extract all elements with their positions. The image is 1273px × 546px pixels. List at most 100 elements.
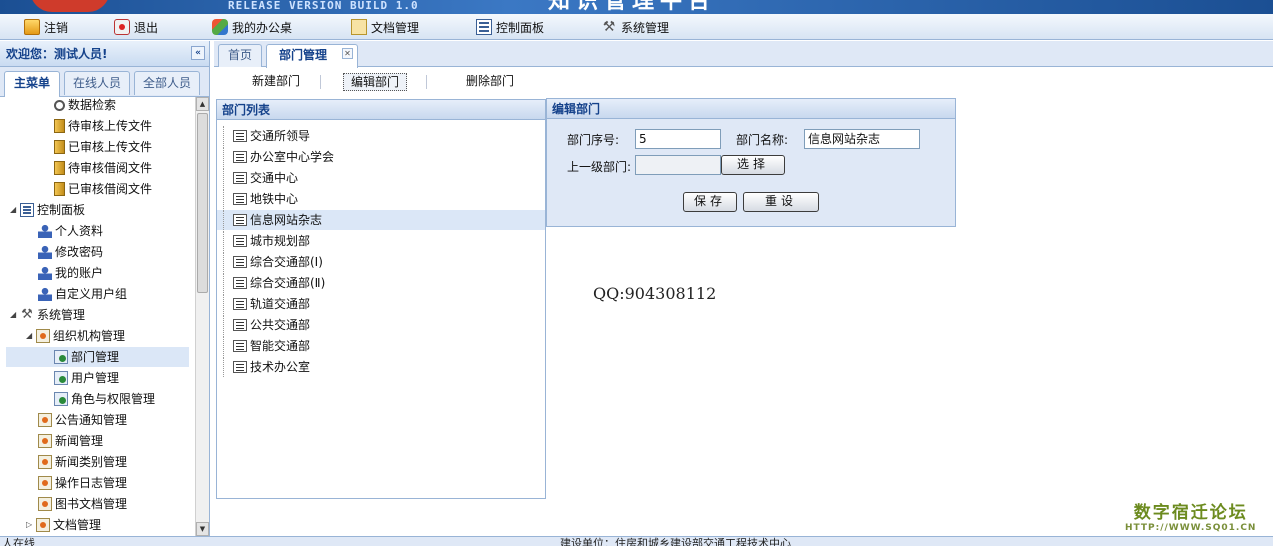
builder-info: 建设单位：住房和城乡建设部交通工程技术中心	[560, 537, 791, 546]
save-button[interactable]: 保存	[683, 192, 737, 212]
dept-list-item[interactable]: 综合交通部(Ⅰ)	[217, 252, 545, 272]
tree-item-change-password[interactable]: 修改密码	[38, 242, 103, 262]
dept-seq-input[interactable]: 5	[635, 129, 721, 149]
collapsed-arrow-icon[interactable]: ▷	[26, 515, 36, 535]
tree-item-control-panel[interactable]: ◢ 控制面板	[10, 200, 85, 220]
logo	[30, 0, 110, 12]
scroll-thumb[interactable]	[197, 113, 208, 293]
tree-item-label: 系统管理	[37, 308, 86, 322]
scroll-up-icon[interactable]: ▲	[196, 97, 209, 111]
choose-button[interactable]: 选择	[721, 155, 785, 175]
tree-item-label: 控制面板	[37, 203, 86, 217]
dept-list-item[interactable]: 技术办公室	[217, 357, 545, 377]
tree-item-news-category[interactable]: 新闻类别管理	[38, 452, 127, 472]
org-icon	[36, 518, 50, 532]
tab-main-menu[interactable]: 主菜单	[4, 71, 60, 97]
tree-item-system-admin[interactable]: ◢ ⚒ 系统管理	[10, 305, 85, 325]
dept-list-item[interactable]: 轨道交通部	[217, 294, 545, 314]
dept-list-item-label: 综合交通部(Ⅰ)	[250, 255, 323, 269]
dept-list-item-label: 智能交通部	[250, 339, 311, 353]
dept-list-item[interactable]: 智能交通部	[217, 336, 545, 356]
tree-item-approved-upload[interactable]: 已审核上传文件	[54, 137, 152, 157]
close-icon[interactable]: ✕	[342, 48, 353, 59]
tree-item-label: 新闻类别管理	[55, 455, 128, 469]
file-icon	[54, 119, 65, 133]
tree-item-notice-management[interactable]: 公告通知管理	[38, 410, 127, 430]
control-panel-button[interactable]: 控制面板	[476, 18, 544, 36]
scroll-down-icon[interactable]: ▼	[196, 522, 209, 536]
dept-list-item[interactable]: 办公室中心学会	[217, 147, 545, 167]
org-icon	[36, 329, 50, 343]
org-icon	[38, 455, 52, 469]
desk-icon	[212, 19, 228, 35]
tree-item-operation-log[interactable]: 操作日志管理	[38, 473, 127, 493]
tree-item-user-management[interactable]: 用户管理	[54, 368, 119, 388]
dept-list-item[interactable]: 交通所领导	[217, 126, 545, 146]
tab-online-users[interactable]: 在线人员	[64, 71, 130, 95]
dept-list-item-label: 城市规划部	[250, 234, 311, 248]
user-icon	[38, 266, 52, 280]
parent-dept-input[interactable]	[635, 155, 721, 175]
department-icon	[233, 235, 247, 247]
tree-item-doc-management[interactable]: ▷ 文档管理	[26, 515, 101, 535]
file-icon	[54, 140, 65, 154]
department-icon	[233, 151, 247, 163]
dept-list-item[interactable]: 城市规划部	[217, 231, 545, 251]
logout-button[interactable]: 注销	[24, 18, 68, 36]
exit-button[interactable]: 退出	[114, 18, 158, 36]
tree-line	[223, 252, 224, 272]
dept-list-item[interactable]: 地铁中心	[217, 189, 545, 209]
tab-all-users[interactable]: 全部人员	[134, 71, 200, 95]
edit-dept-panel: 编辑部门 部门序号: 5 部门名称: 信息网站杂志 上一级部门: 选择 保存 重…	[546, 98, 956, 227]
tree-item-label: 用户管理	[71, 371, 120, 385]
tree-line	[223, 189, 224, 209]
dept-name-label: 部门名称:	[736, 133, 789, 147]
dept-list-item-label: 综合交通部(Ⅱ)	[250, 276, 326, 290]
org-icon	[38, 476, 52, 490]
tree-item-library-docs[interactable]: 图书文档管理	[38, 494, 127, 514]
tree-item-label: 部门管理	[71, 350, 120, 364]
dept-list-item-label: 地铁中心	[250, 192, 299, 206]
tree-item-dept-management[interactable]: 部门管理	[6, 347, 189, 367]
department-icon	[233, 172, 247, 184]
parent-dept-label: 上一级部门:	[567, 160, 632, 174]
reset-button[interactable]: 重设	[743, 192, 819, 212]
tree-item-pending-upload[interactable]: 待审核上传文件	[54, 116, 152, 136]
tree-item-news-management[interactable]: 新闻管理	[38, 431, 103, 451]
expanded-arrow-icon[interactable]: ◢	[10, 200, 20, 220]
dept-list-item-label: 轨道交通部	[250, 297, 311, 311]
exit-label: 退出	[134, 20, 159, 35]
department-icon	[233, 214, 247, 226]
my-desk-button[interactable]: 我的办公桌	[212, 18, 292, 36]
dept-list-item[interactable]: 交通中心	[217, 168, 545, 188]
tree-item-profile[interactable]: 个人资料	[38, 221, 103, 241]
tree-item-approved-borrow[interactable]: 已审核借阅文件	[54, 179, 152, 199]
tree-item-org-management[interactable]: ◢ 组织机构管理	[26, 326, 125, 346]
tree-line	[223, 147, 224, 167]
expanded-arrow-icon[interactable]: ◢	[10, 305, 20, 325]
tree-item-role-permission[interactable]: 角色与权限管理	[54, 389, 155, 409]
tree-item-my-account[interactable]: 我的账户	[38, 263, 103, 283]
tree-item-custom-user-group[interactable]: 自定义用户组	[38, 284, 127, 304]
tree-scrollbar[interactable]: ▲ ▼	[195, 97, 209, 536]
collapse-double-left-icon[interactable]: «	[191, 46, 205, 60]
system-admin-button[interactable]: ⚒ 系统管理	[601, 18, 669, 36]
dept-list-item[interactable]: 信息网站杂志	[217, 210, 545, 230]
new-dept-button[interactable]: 新建部门	[244, 73, 308, 91]
tab-home[interactable]: 首页	[218, 44, 262, 67]
dept-list-item[interactable]: 公共交通部	[217, 315, 545, 335]
delete-dept-button[interactable]: 删除部门	[458, 73, 522, 91]
edit-dept-button[interactable]: 编辑部门	[343, 73, 407, 91]
dept-name-input[interactable]: 信息网站杂志	[804, 129, 920, 149]
tree-item-data-search[interactable]: 数据检索	[54, 97, 116, 115]
top-banner: RELEASE VERSION BUILD 1.0 知识管理平台	[0, 0, 1273, 14]
document-menu-button[interactable]: 文档管理	[351, 18, 419, 36]
user-icon	[38, 224, 52, 238]
expanded-arrow-icon[interactable]: ◢	[26, 326, 36, 346]
search-icon	[54, 99, 65, 111]
module-icon	[54, 350, 68, 364]
menu-tree: 数据检索 待审核上传文件 已审核上传文件 待审核借阅文件 已审核借阅文件 ◢ 控…	[0, 97, 195, 536]
tree-item-pending-borrow[interactable]: 待审核借阅文件	[54, 158, 152, 178]
tab-dept-management[interactable]: 部门管理 ✕	[266, 44, 358, 68]
dept-list-item[interactable]: 综合交通部(Ⅱ)	[217, 273, 545, 293]
